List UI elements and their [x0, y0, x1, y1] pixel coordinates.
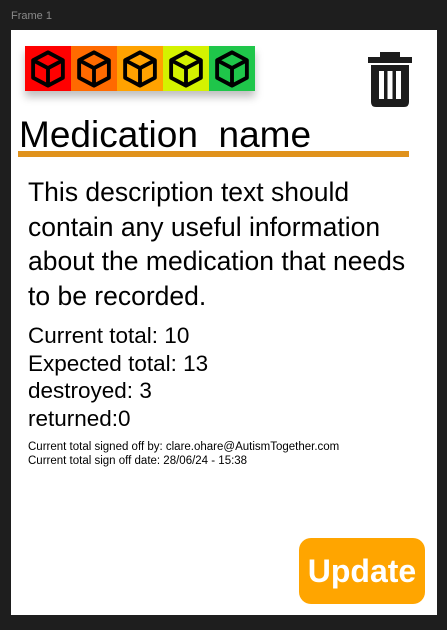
signoff-by: Current total signed off by: clare.ohare…: [28, 441, 340, 453]
rating-level-4[interactable]: [163, 46, 209, 91]
frame-label: Frame 1: [11, 10, 52, 22]
rating-level-5[interactable]: [209, 46, 255, 91]
signoff-info: Current total signed off by: clare.ohare…: [28, 441, 339, 468]
rating-level-1[interactable]: [25, 46, 71, 91]
cube-icon: [169, 49, 203, 88]
medication-description: This description text should contain any…: [28, 177, 406, 312]
destroyed-count: destroyed: 3: [28, 378, 152, 403]
medication-name: Medication_name: [19, 114, 312, 155]
totals-section: Current total: 10 Expected total: 13 des…: [28, 322, 208, 432]
returned-count: returned:0: [28, 405, 131, 431]
expected-total: Expected total: 13: [28, 350, 209, 376]
signoff-date: Current total sign off date: 28/06/24 - …: [28, 454, 248, 467]
delete-button[interactable]: [366, 52, 414, 108]
title-underline: [18, 151, 409, 157]
cube-icon: [123, 49, 157, 88]
cube-icon: [31, 49, 65, 88]
cube-icon: [77, 49, 111, 88]
cube-icon: [215, 49, 249, 88]
rating-level-3[interactable]: [117, 46, 163, 91]
medication-card: Medication_name This description text sh…: [11, 30, 437, 615]
current-total: Current total: 10: [28, 323, 190, 348]
trash-icon: [368, 52, 412, 107]
update-button[interactable]: Update: [299, 538, 425, 604]
rating-level-2[interactable]: [71, 46, 117, 91]
rating-scale: [25, 46, 255, 91]
